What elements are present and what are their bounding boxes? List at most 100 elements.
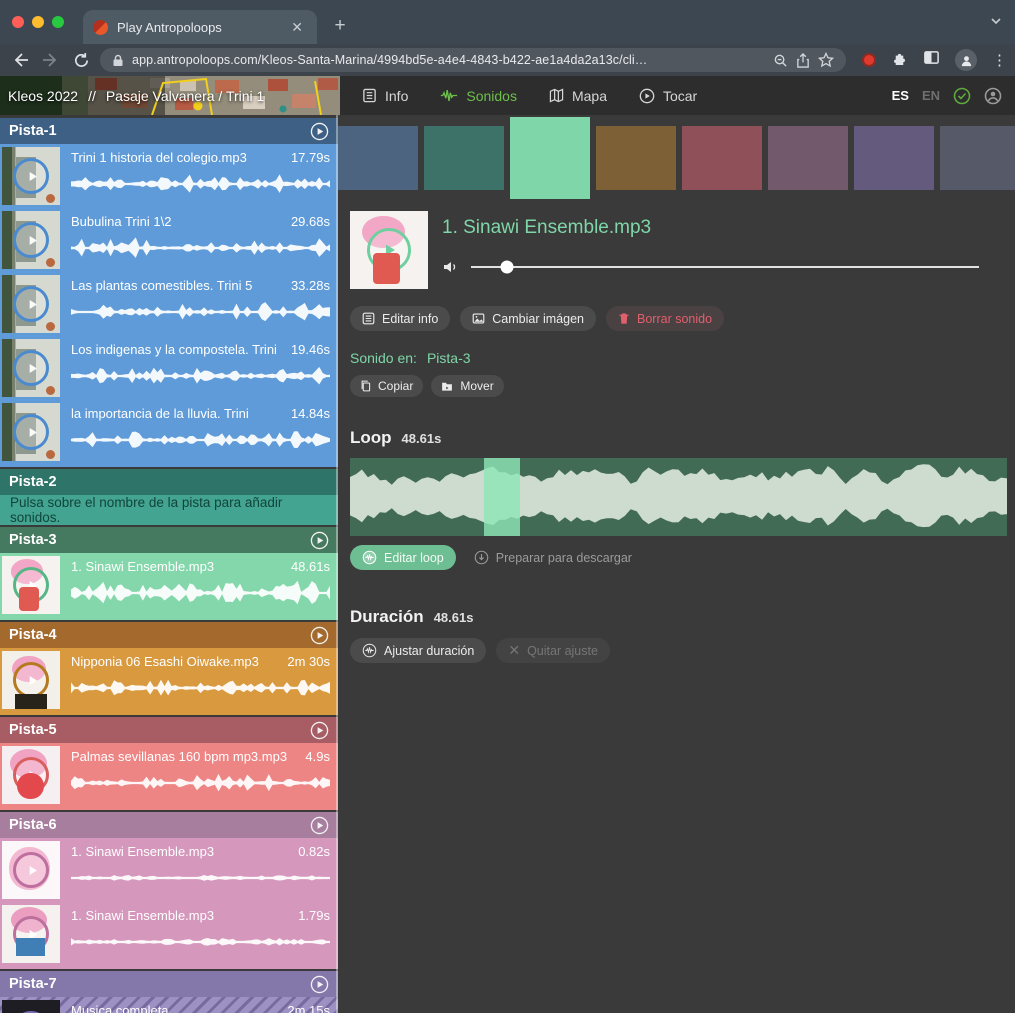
- track-header-pista-1[interactable]: Pista-1: [0, 118, 338, 144]
- window-zoom-button[interactable]: [52, 16, 64, 28]
- change-image-button[interactable]: Cambiar imágen: [460, 306, 596, 331]
- clip-item[interactable]: 1. Sinawi Ensemble.mp31.79s: [2, 904, 338, 966]
- clip-item[interactable]: Los indigenas y la compostela. Trini19.4…: [2, 338, 338, 400]
- track-color-swatch-6[interactable]: [768, 126, 848, 190]
- clip-item[interactable]: la importancia de la lluvia. Trini14.84s: [2, 402, 338, 464]
- nav-tab-sonidos[interactable]: Sonidos: [440, 88, 517, 104]
- track-color-swatch-3[interactable]: [510, 117, 590, 199]
- track-color-swatch-7[interactable]: [854, 126, 934, 190]
- edit-info-button[interactable]: Editar info: [350, 306, 450, 331]
- clip-item[interactable]: Musica completa2m 15s: [2, 999, 338, 1013]
- window-close-button[interactable]: [12, 16, 24, 28]
- tab-title: Play Antropoloops: [117, 20, 287, 35]
- recording-indicator-icon[interactable]: [862, 53, 876, 67]
- clip-play-button[interactable]: [13, 567, 49, 603]
- volume-slider[interactable]: [471, 266, 979, 268]
- track-header-pista-5[interactable]: Pista-5: [0, 717, 338, 743]
- track-play-button[interactable]: [310, 531, 329, 550]
- lang-es-button[interactable]: ES: [892, 88, 909, 103]
- loop-heading: Loop: [350, 428, 392, 448]
- clip-item[interactable]: Bubulina Trini 1\229.68s: [2, 210, 338, 272]
- clip-title: Nipponia 06 Esashi Oiwake.mp3: [71, 654, 259, 669]
- track-color-swatch-5[interactable]: [682, 126, 762, 190]
- share-icon[interactable]: [796, 53, 810, 68]
- breadcrumb: Kleos 2022 // Pasaje Valvanera / Trini 1: [8, 76, 264, 115]
- clip-play-button[interactable]: [13, 916, 49, 952]
- clip-item[interactable]: Trini 1 historia del colegio.mp317.79s: [2, 146, 338, 208]
- prepare-download-button[interactable]: Preparar para descargar: [470, 545, 636, 570]
- track-header-pista-2[interactable]: Pista-2: [0, 469, 338, 495]
- track-play-button[interactable]: [310, 816, 329, 835]
- copy-button[interactable]: Copiar: [350, 375, 423, 397]
- clip-item[interactable]: Nipponia 06 Esashi Oiwake.mp32m 30s: [2, 650, 338, 712]
- account-icon[interactable]: [984, 87, 1002, 105]
- sound-play-button[interactable]: [367, 228, 411, 272]
- clip-item[interactable]: Palmas sevillanas 160 bpm mp3.mp34.9s: [2, 745, 338, 807]
- lang-en-button[interactable]: EN: [922, 88, 940, 103]
- track-name: Pista-6: [9, 817, 310, 833]
- track-play-button[interactable]: [310, 626, 329, 645]
- sidebar-scrollbar[interactable]: [336, 115, 338, 1013]
- nav-tab-info[interactable]: Info: [362, 88, 408, 104]
- map-thumbnail-breadcrumb[interactable]: Kleos 2022 // Pasaje Valvanera / Trini 1: [0, 76, 340, 115]
- back-button[interactable]: [8, 47, 33, 73]
- clip-play-button[interactable]: [13, 852, 49, 888]
- loop-playhead[interactable]: [484, 458, 520, 536]
- new-tab-button[interactable]: +: [327, 13, 353, 39]
- track-play-button[interactable]: [310, 975, 329, 994]
- clip-play-button[interactable]: [13, 757, 49, 793]
- sound-track-link[interactable]: Pista-3: [427, 350, 471, 366]
- clip-play-button[interactable]: [13, 222, 49, 258]
- move-button[interactable]: Mover: [431, 375, 503, 397]
- adjust-duration-button[interactable]: Ajustar duración: [350, 638, 486, 663]
- clip-item[interactable]: 1. Sinawi Ensemble.mp30.82s: [2, 840, 338, 902]
- profile-avatar-icon[interactable]: [955, 49, 977, 71]
- bookmark-star-icon[interactable]: [818, 52, 834, 68]
- clip-item[interactable]: Las plantas comestibles. Trini 533.28s: [2, 274, 338, 336]
- clip-duration: 29.68s: [291, 214, 330, 229]
- delete-sound-button[interactable]: Borrar sonido: [606, 306, 724, 331]
- clip-title: Musica completa: [71, 1003, 169, 1013]
- breadcrumb-path[interactable]: Pasaje Valvanera / Trini 1: [106, 88, 265, 104]
- tab-search-chevron-icon[interactable]: [989, 14, 1003, 33]
- track-color-swatch-1[interactable]: [338, 126, 418, 190]
- waveform-icon: [440, 88, 458, 103]
- track-section-pista-7: Pista-7 Musica completa2m 15s: [0, 971, 338, 1013]
- track-header-pista-3[interactable]: Pista-3: [0, 527, 338, 553]
- clip-cover-image: [2, 403, 60, 461]
- extensions-puzzle-icon[interactable]: [891, 49, 908, 71]
- clip-play-button[interactable]: [13, 414, 49, 450]
- window-minimize-button[interactable]: [32, 16, 44, 28]
- clip-play-button[interactable]: [13, 286, 49, 322]
- clip-item[interactable]: 1. Sinawi Ensemble.mp348.61s: [2, 555, 338, 617]
- loop-waveform-panel[interactable]: [350, 458, 1007, 536]
- browser-tab[interactable]: Play Antropoloops ✕: [83, 10, 317, 44]
- sound-cover-image[interactable]: [350, 211, 428, 289]
- side-panel-icon[interactable]: [923, 49, 940, 71]
- clip-play-button[interactable]: [13, 158, 49, 194]
- forward-button[interactable]: [39, 47, 64, 73]
- edit-loop-button[interactable]: Editar loop: [350, 545, 456, 570]
- track-play-button[interactable]: [310, 721, 329, 740]
- zoom-icon[interactable]: [773, 53, 788, 68]
- track-play-button[interactable]: [310, 122, 329, 141]
- track-color-swatch-2[interactable]: [424, 126, 504, 190]
- browser-menu-kebab-icon[interactable]: ⋮: [992, 51, 1007, 69]
- clip-play-button[interactable]: [13, 662, 49, 698]
- url-text: app.antropoloops.com/Kleos-Santa-Marina/…: [132, 53, 765, 67]
- track-header-pista-4[interactable]: Pista-4: [0, 622, 338, 648]
- address-bar[interactable]: app.antropoloops.com/Kleos-Santa-Marina/…: [100, 48, 846, 72]
- clip-waveform: [71, 296, 330, 328]
- clip-play-button[interactable]: [13, 350, 49, 386]
- volume-slider-thumb[interactable]: [500, 261, 513, 274]
- reload-button[interactable]: [69, 47, 94, 73]
- track-color-swatch-4[interactable]: [596, 126, 676, 190]
- nav-tab-tocar[interactable]: Tocar: [639, 88, 697, 104]
- remove-adjust-button[interactable]: ✕ Quitar ajuste: [496, 638, 610, 663]
- track-header-pista-6[interactable]: Pista-6: [0, 812, 338, 838]
- nav-tab-mapa[interactable]: Mapa: [549, 88, 607, 104]
- track-header-pista-7[interactable]: Pista-7: [0, 971, 338, 997]
- track-color-swatch-8[interactable]: [940, 126, 1015, 190]
- tab-close-icon[interactable]: ✕: [287, 17, 307, 38]
- breadcrumb-project[interactable]: Kleos 2022: [8, 88, 78, 104]
